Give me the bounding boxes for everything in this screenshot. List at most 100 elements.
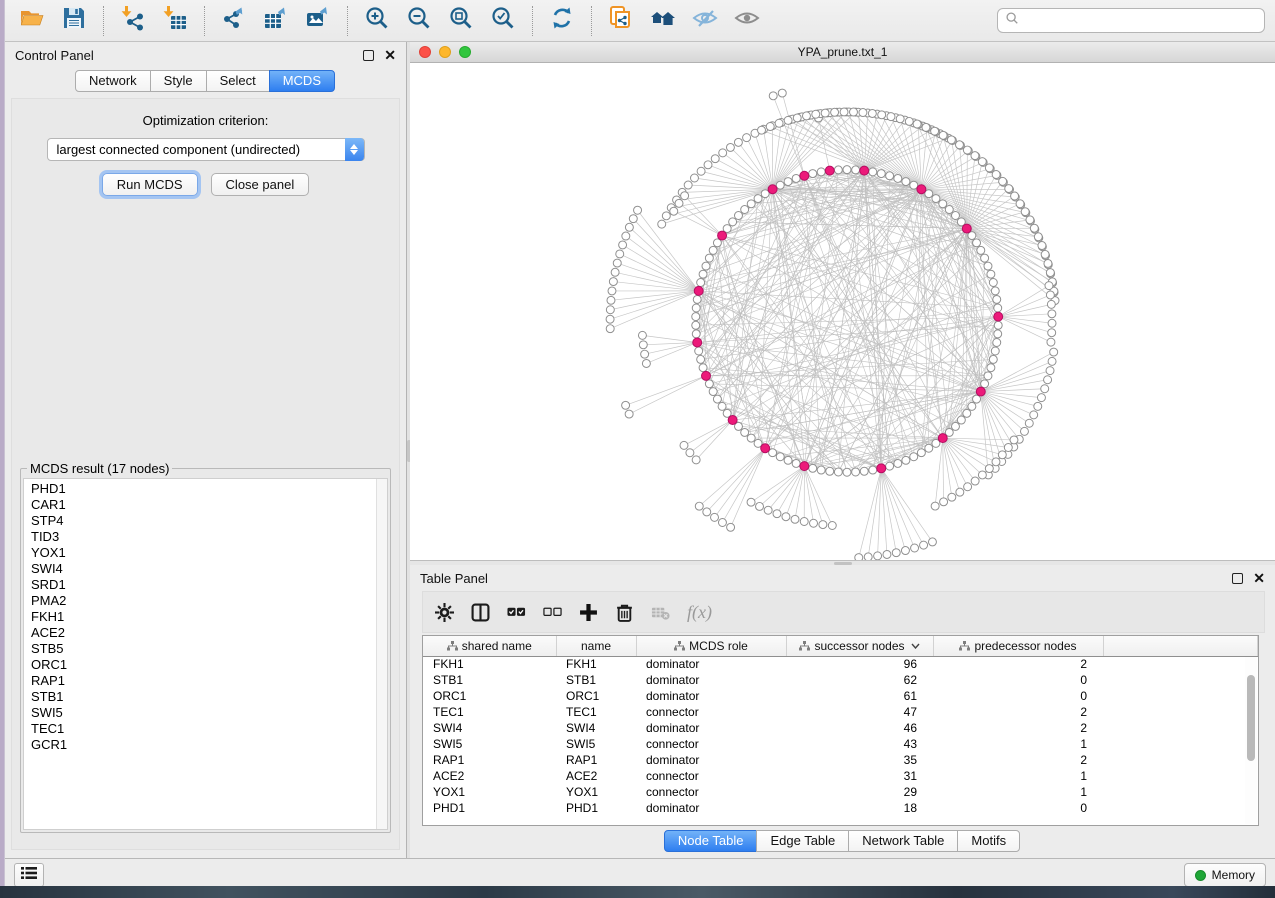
duplicate-network-button[interactable]: [604, 5, 638, 37]
cell-mcds-role[interactable]: connector: [636, 768, 786, 784]
table-row[interactable]: SWI4SWI4dominator462: [423, 720, 1258, 736]
network-graph[interactable]: [410, 63, 1275, 560]
cell-shared-name[interactable]: ACE2: [423, 768, 556, 784]
cell-mcds-role[interactable]: dominator: [636, 688, 786, 704]
table-row[interactable]: PHD1PHD1dominator180: [423, 800, 1258, 816]
select-all-icon[interactable]: [507, 603, 526, 622]
network-canvas[interactable]: [410, 63, 1275, 560]
cell-mcds-role[interactable]: dominator: [636, 752, 786, 768]
mcds-result-item[interactable]: YOX1: [31, 545, 387, 561]
cell-successor-nodes[interactable]: 46: [786, 720, 933, 736]
show-all-button[interactable]: [730, 5, 764, 37]
refresh-button[interactable]: [545, 5, 579, 37]
tab-style[interactable]: Style: [150, 70, 207, 92]
cell-successor-nodes[interactable]: 61: [786, 688, 933, 704]
cell-shared-name[interactable]: RAP1: [423, 752, 556, 768]
cell-shared-name[interactable]: SWI5: [423, 736, 556, 752]
cell-name[interactable]: PHD1: [556, 800, 636, 816]
cell-mcds-role[interactable]: dominator: [636, 720, 786, 736]
horizontal-splitter[interactable]: [410, 560, 1275, 565]
cell-predecessor-nodes[interactable]: 2: [933, 720, 1103, 736]
table-row[interactable]: SWI5SWI5connector431: [423, 736, 1258, 752]
cell-shared-name[interactable]: ORC1: [423, 688, 556, 704]
zoom-selected-button[interactable]: [486, 5, 520, 37]
table-tab-edge-table[interactable]: Edge Table: [756, 830, 849, 852]
cell-predecessor-nodes[interactable]: 0: [933, 672, 1103, 688]
cell-successor-nodes[interactable]: 18: [786, 800, 933, 816]
table-row[interactable]: TEC1TEC1connector472: [423, 704, 1258, 720]
column-header-successor-nodes[interactable]: successor nodes: [786, 636, 933, 656]
mcds-result-item[interactable]: SWI4: [31, 561, 387, 577]
column-header-shared-name[interactable]: shared name: [423, 636, 556, 656]
table-tab-network-table[interactable]: Network Table: [848, 830, 958, 852]
splitter-grip[interactable]: [834, 562, 852, 565]
mcds-result-item[interactable]: GCR1: [31, 737, 387, 753]
zoom-fit-button[interactable]: [444, 5, 478, 37]
delete-column-icon[interactable]: [615, 603, 634, 622]
cell-predecessor-nodes[interactable]: 2: [933, 752, 1103, 768]
cell-predecessor-nodes[interactable]: 2: [933, 656, 1103, 672]
tab-mcds[interactable]: MCDS: [269, 70, 335, 92]
cell-name[interactable]: FKH1: [556, 656, 636, 672]
zoom-out-button[interactable]: [402, 5, 436, 37]
cell-name[interactable]: YOX1: [556, 784, 636, 800]
cell-mcds-role[interactable]: connector: [636, 736, 786, 752]
settings-gear-icon[interactable]: [435, 603, 454, 622]
table-row[interactable]: ACE2ACE2connector311: [423, 768, 1258, 784]
mcds-result-item[interactable]: TEC1: [31, 721, 387, 737]
memory-button[interactable]: Memory: [1184, 863, 1266, 887]
add-column-icon[interactable]: [579, 603, 598, 622]
cell-successor-nodes[interactable]: 43: [786, 736, 933, 752]
tab-select[interactable]: Select: [206, 70, 270, 92]
cell-name[interactable]: SWI5: [556, 736, 636, 752]
cell-name[interactable]: SWI4: [556, 720, 636, 736]
table-scrollbar[interactable]: [1245, 657, 1257, 824]
search-input[interactable]: [1024, 13, 1257, 29]
column-header-MCDS-role[interactable]: MCDS role: [636, 636, 786, 656]
float-panel-icon[interactable]: [1232, 573, 1243, 584]
mcds-result-item[interactable]: STP4: [31, 513, 387, 529]
cell-predecessor-nodes[interactable]: 0: [933, 688, 1103, 704]
import-table-button[interactable]: [158, 5, 192, 37]
float-panel-icon[interactable]: [363, 50, 374, 61]
mcds-result-item[interactable]: SWI5: [31, 705, 387, 721]
table-tab-motifs[interactable]: Motifs: [957, 830, 1020, 852]
cell-name[interactable]: ACE2: [556, 768, 636, 784]
open-file-button[interactable]: [15, 5, 49, 37]
cell-successor-nodes[interactable]: 35: [786, 752, 933, 768]
mcds-result-item[interactable]: STB5: [31, 641, 387, 657]
column-header-predecessor-nodes[interactable]: predecessor nodes: [933, 636, 1103, 656]
mcds-result-item[interactable]: TID3: [31, 529, 387, 545]
mcds-result-item[interactable]: SRD1: [31, 577, 387, 593]
cell-shared-name[interactable]: FKH1: [423, 656, 556, 672]
cell-mcds-role[interactable]: connector: [636, 704, 786, 720]
table-row[interactable]: FKH1FKH1dominator962: [423, 656, 1258, 672]
export-image-button[interactable]: [301, 5, 335, 37]
cell-successor-nodes[interactable]: 29: [786, 784, 933, 800]
cell-predecessor-nodes[interactable]: 2: [933, 704, 1103, 720]
export-network-button[interactable]: [217, 5, 251, 37]
mcds-result-list[interactable]: PHD1CAR1STP4TID3YOX1SWI4SRD1PMA2FKH1ACE2…: [23, 478, 388, 830]
cell-shared-name[interactable]: YOX1: [423, 784, 556, 800]
cell-shared-name[interactable]: STB1: [423, 672, 556, 688]
cell-predecessor-nodes[interactable]: 1: [933, 736, 1103, 752]
cell-predecessor-nodes[interactable]: 0: [933, 800, 1103, 816]
table-tab-node-table[interactable]: Node Table: [664, 830, 758, 852]
run-mcds-button[interactable]: Run MCDS: [102, 173, 198, 196]
import-network-button[interactable]: [116, 5, 150, 37]
mcds-result-item[interactable]: RAP1: [31, 673, 387, 689]
zoom-in-button[interactable]: [360, 5, 394, 37]
export-table-button[interactable]: [259, 5, 293, 37]
first-neighbors-button[interactable]: [646, 5, 680, 37]
criterion-dropdown[interactable]: largest connected component (undirected): [47, 138, 365, 161]
mcds-result-item[interactable]: FKH1: [31, 609, 387, 625]
cell-successor-nodes[interactable]: 31: [786, 768, 933, 784]
table-row[interactable]: STB1STB1dominator620: [423, 672, 1258, 688]
mcds-result-item[interactable]: STB1: [31, 689, 387, 705]
cell-shared-name[interactable]: TEC1: [423, 704, 556, 720]
column-header-name[interactable]: name: [556, 636, 636, 656]
scrollbar-thumb[interactable]: [1247, 675, 1255, 761]
list-scrollbar[interactable]: [376, 479, 387, 829]
save-session-button[interactable]: [57, 5, 91, 37]
cell-successor-nodes[interactable]: 47: [786, 704, 933, 720]
